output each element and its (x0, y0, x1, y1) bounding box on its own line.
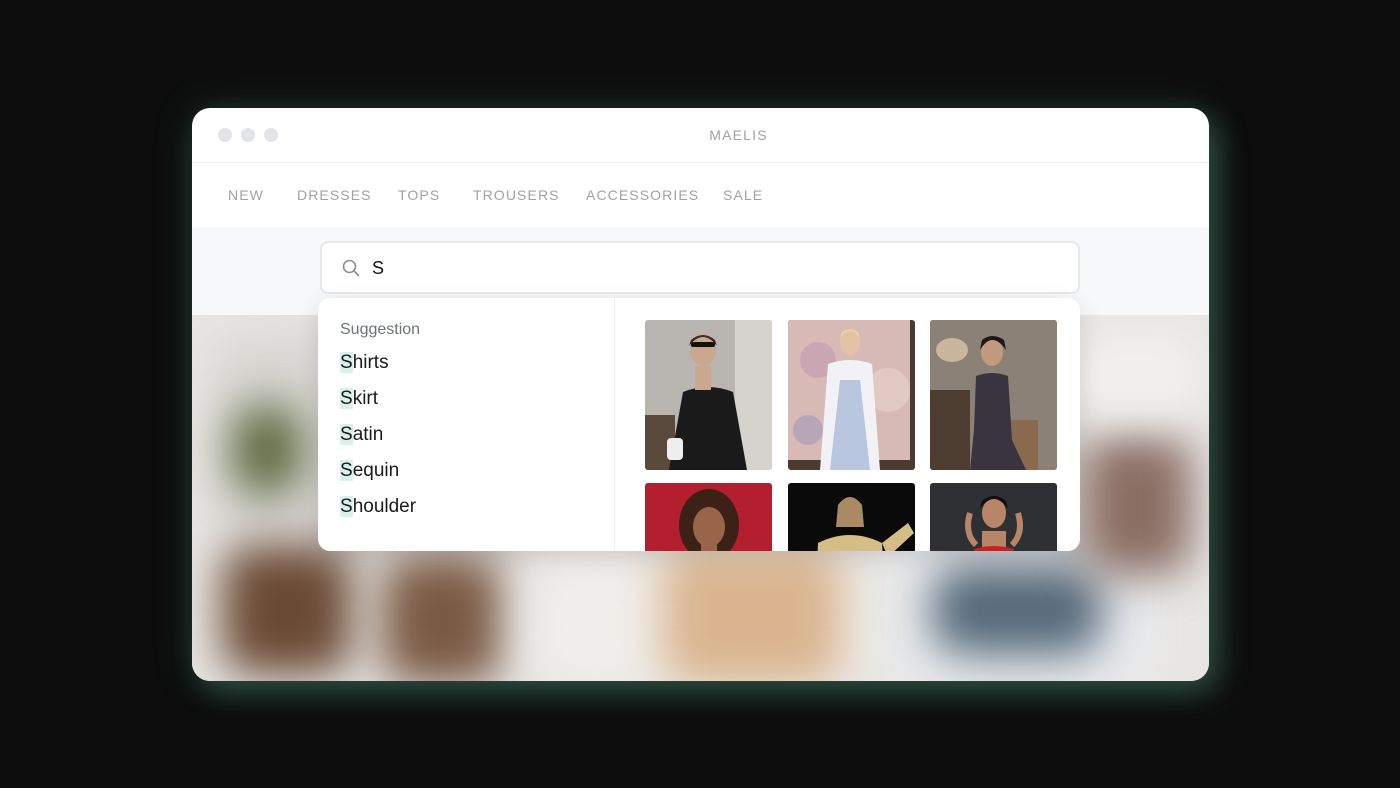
suggestion-item-shirts[interactable]: Shirts (340, 352, 389, 374)
suggestion-rest: hirts (352, 352, 389, 373)
search-suggestions-dropdown: Suggestion Shirts Skirt Satin Sequin Sho… (318, 298, 1080, 551)
search-query-text: S (372, 258, 385, 278)
suggestion-item-shoulder[interactable]: Shoulder (340, 496, 416, 518)
nav-item-tops[interactable]: TOPS (398, 187, 440, 203)
product-thumbnail[interactable] (788, 320, 915, 470)
suggestion-item-skirt[interactable]: Skirt (340, 388, 378, 410)
product-thumbnail[interactable] (788, 483, 915, 551)
suggestion-rest: houlder (352, 496, 417, 517)
title-bar: MAELIS (192, 108, 1209, 163)
suggestion-match: S (340, 460, 353, 481)
nav-item-trousers[interactable]: TROUSERS (473, 187, 560, 203)
category-nav: NEW DRESSES TOPS TROUSERS ACCESSORIES SA… (192, 164, 1209, 227)
nav-item-dresses[interactable]: DRESSES (297, 187, 372, 203)
suggestion-match: S (340, 496, 353, 517)
suggestion-match: S (340, 388, 353, 409)
suggestion-rest: equin (352, 460, 400, 481)
product-thumbnail[interactable] (930, 320, 1057, 470)
suggestion-item-satin[interactable]: Satin (340, 424, 383, 446)
nav-item-sale[interactable]: SALE (723, 187, 763, 203)
suggestion-heading: Suggestion (340, 321, 421, 338)
nav-item-accessories[interactable]: ACCESSORIES (586, 187, 699, 203)
suggestion-item-sequin[interactable]: Sequin (340, 460, 399, 482)
suggestion-match: S (340, 352, 353, 373)
suggestion-rest: kirt (352, 388, 379, 409)
product-image (645, 483, 772, 551)
product-thumbnail[interactable] (645, 320, 772, 470)
product-thumbnail[interactable] (930, 483, 1057, 551)
product-image (788, 483, 915, 551)
browser-window: MAELIS NEW DRESSES TOPS TROUSERS ACCESSO… (192, 108, 1209, 681)
product-image (645, 320, 772, 470)
search-input[interactable]: S (320, 241, 1080, 294)
product-thumbnail[interactable] (645, 483, 772, 551)
product-image (930, 320, 1057, 470)
nav-item-new[interactable]: NEW (228, 187, 264, 203)
window-title: MAELIS (709, 127, 768, 143)
suggestion-match: S (340, 424, 353, 445)
search-icon (342, 259, 360, 277)
product-image (930, 483, 1057, 551)
suggestion-list: Suggestion Shirts Skirt Satin Sequin Sho… (318, 298, 615, 551)
suggestion-rest: atin (352, 424, 384, 445)
product-image (788, 320, 915, 470)
